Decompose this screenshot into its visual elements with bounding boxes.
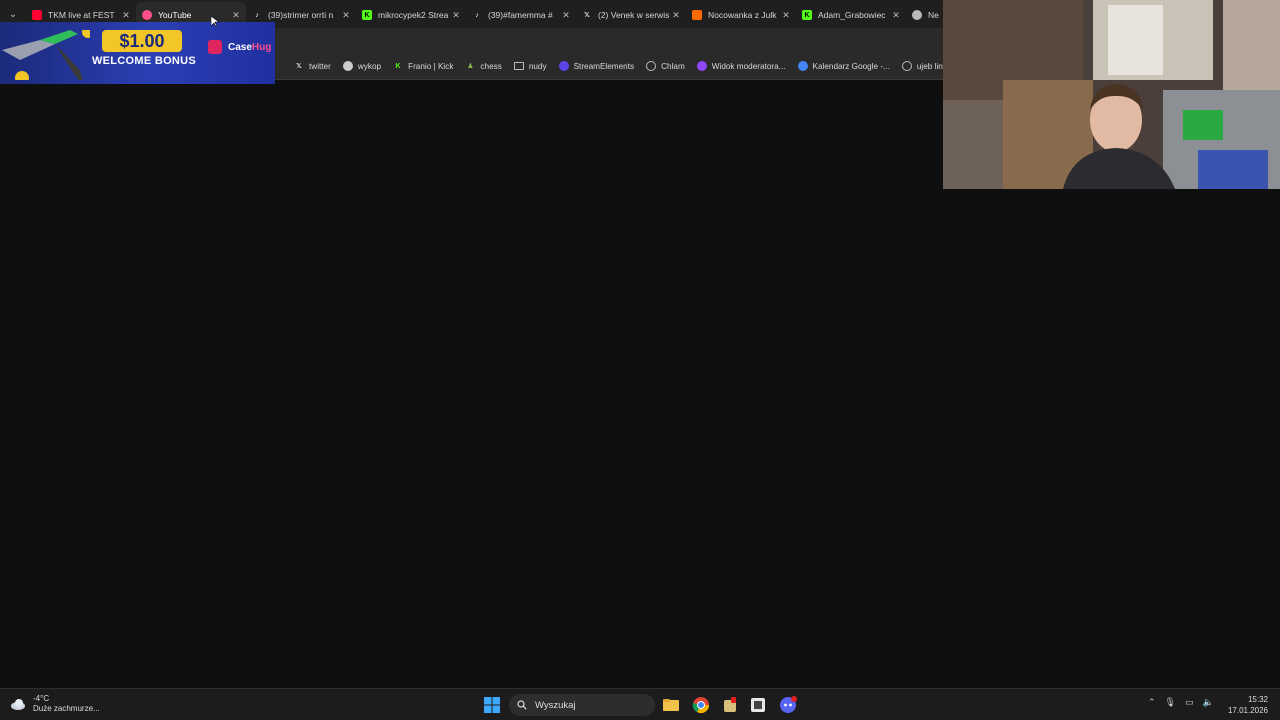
- taskbar-search[interactable]: Wyszukaj: [509, 694, 655, 716]
- bookmark-label: twitter: [309, 61, 331, 71]
- tab-title: mikrocypek2 Strea: [378, 10, 449, 20]
- youtube-favicon-icon: [32, 10, 42, 20]
- brand-name-b: Hug: [251, 41, 272, 53]
- close-tab-icon[interactable]: ✕: [450, 10, 462, 21]
- weather-widget[interactable]: -4°C Duże zachmurze...: [10, 694, 100, 714]
- search-placeholder: Wyszukaj: [535, 699, 576, 711]
- weather-description: Duże zachmurze...: [33, 704, 100, 713]
- bookmark-item[interactable]: nudy: [513, 61, 547, 71]
- network-icon[interactable]: ▭: [1185, 697, 1194, 708]
- bookmark-label: Chlam: [661, 61, 685, 71]
- kick-icon: K: [395, 62, 401, 70]
- a-favicon-icon: [692, 10, 702, 20]
- windows-taskbar: -4°C Duże zachmurze... Wyszukaj ⌃ 🎙 ▭ 🔈 …: [0, 688, 1280, 720]
- browser-tab[interactable]: Nocowanka z Julk ✕: [686, 2, 796, 28]
- browser-tab[interactable]: 𝕏 (2) Venek w serwis ✕: [576, 2, 686, 28]
- weather-temperature: -4°C: [33, 694, 50, 703]
- clock-date: 17.01.2026: [1227, 706, 1268, 715]
- tab-title: YouTube: [158, 10, 192, 20]
- chevron-up-icon[interactable]: ⌃: [1148, 697, 1156, 708]
- kick-favicon-icon: K: [362, 10, 372, 20]
- close-tab-icon[interactable]: ✕: [560, 10, 572, 21]
- bookmark-label: Widok moderatora...: [711, 61, 786, 71]
- browser-tab[interactable]: K Adam_Grabowiec ✕: [796, 2, 906, 28]
- system-tray: ⌃ 🎙 ▭ 🔈: [1148, 697, 1214, 708]
- bookmark-item[interactable]: ujeb link: [901, 61, 947, 71]
- globe-favicon-icon: [912, 10, 922, 20]
- globe-icon: [646, 61, 657, 71]
- casehug-logo-icon: [208, 40, 222, 54]
- close-tab-icon[interactable]: ✕: [120, 10, 132, 21]
- tiktok-favicon-icon: ♪: [255, 11, 259, 19]
- bonus-text: WELCOME BONUS: [91, 55, 197, 67]
- bookmark-label: chess: [480, 61, 502, 71]
- browser-tab[interactable]: Kmikrocypek2 Strea ✕: [356, 2, 466, 28]
- bookmark-label: nudy: [528, 61, 547, 71]
- tab-title: (2) Venek w serwis: [598, 10, 670, 20]
- close-tab-icon[interactable]: ✕: [780, 10, 792, 21]
- close-tab-icon[interactable]: ✕: [670, 10, 682, 21]
- bookmark-item[interactable]: Kalendarz Google -...: [797, 61, 890, 71]
- bookmark-item[interactable]: K Franio | Kick: [393, 61, 454, 71]
- browser-tab[interactable]: ♪ (39)#famemma # ✕: [466, 2, 576, 28]
- stream-app-icon[interactable]: [721, 696, 739, 714]
- casehug-logo: Case Hug: [208, 40, 271, 54]
- bookmark-label: StreamElements: [573, 61, 635, 71]
- volume-icon[interactable]: 🔈: [1203, 697, 1214, 708]
- bookmark-label: Franio | Kick: [408, 61, 454, 71]
- bookmark-item[interactable]: 𝕏twitter: [294, 61, 331, 71]
- taskbar-clock[interactable]: 15:32 17.01.2026: [1228, 694, 1268, 716]
- casehug-ad-banner[interactable]: $1.00 WELCOME BONUS Case Hug: [0, 22, 275, 84]
- twitch-icon: [696, 61, 707, 71]
- bookmark-item[interactable]: ♟ chess: [465, 61, 502, 71]
- bonus-amount: $1.00: [102, 30, 182, 52]
- mouse-cursor-icon: [211, 16, 219, 27]
- bookmark-label: Kalendarz Google -...: [812, 61, 890, 71]
- bookmark-item[interactable]: wykop: [342, 61, 382, 71]
- chevron-down-icon: ⌄: [8, 8, 18, 20]
- webcam-overlay: [943, 0, 1280, 189]
- search-icon: [517, 700, 527, 710]
- clock-time: 15:32: [1247, 695, 1268, 704]
- close-tab-icon[interactable]: ✕: [890, 10, 902, 21]
- cloud-icon: [11, 699, 25, 710]
- tab-title: Adam_Grabowiec: [818, 10, 886, 20]
- windows-start-icon[interactable]: [483, 696, 501, 714]
- bookmark-item[interactable]: Chlam: [646, 61, 685, 71]
- brand-name-a: Case: [228, 41, 252, 53]
- x-icon: 𝕏: [296, 63, 302, 70]
- tab-title: TKM live at FEST: [48, 10, 115, 20]
- streamelements-icon: [558, 61, 569, 71]
- bookmark-item[interactable]: Widok moderatora...: [696, 61, 786, 71]
- x-favicon-icon: 𝕏: [584, 12, 590, 19]
- bookmark-label: wykop: [357, 61, 382, 71]
- discord-icon[interactable]: [779, 696, 797, 714]
- tiktok-favicon-icon: ♪: [475, 11, 479, 19]
- globe-icon: [901, 61, 912, 71]
- microphone-icon[interactable]: 🎙: [1165, 697, 1176, 708]
- wykop-icon: [342, 61, 353, 71]
- youtube-alt-favicon-icon: [142, 10, 152, 20]
- bookmark-item[interactable]: StreamElements: [558, 61, 635, 71]
- close-tab-icon[interactable]: ✕: [340, 10, 352, 21]
- folder-icon: [513, 62, 524, 70]
- calendar-icon: [797, 61, 808, 71]
- close-tab-icon[interactable]: ✕: [230, 10, 242, 21]
- kick-favicon-icon: K: [802, 10, 812, 20]
- knife-graphic-icon: [2, 30, 90, 80]
- file-explorer-icon[interactable]: [662, 696, 680, 714]
- chrome-icon[interactable]: [692, 696, 710, 714]
- tab-title: (39)#famemma #: [488, 10, 553, 20]
- chess-icon: ♟: [467, 63, 474, 70]
- tab-title: Nocowanka z Julk: [708, 10, 777, 20]
- webcam-feed-image: [943, 0, 1280, 189]
- tab-title: (39)strimer orrti n: [268, 10, 334, 20]
- media-app-icon[interactable]: [749, 696, 767, 714]
